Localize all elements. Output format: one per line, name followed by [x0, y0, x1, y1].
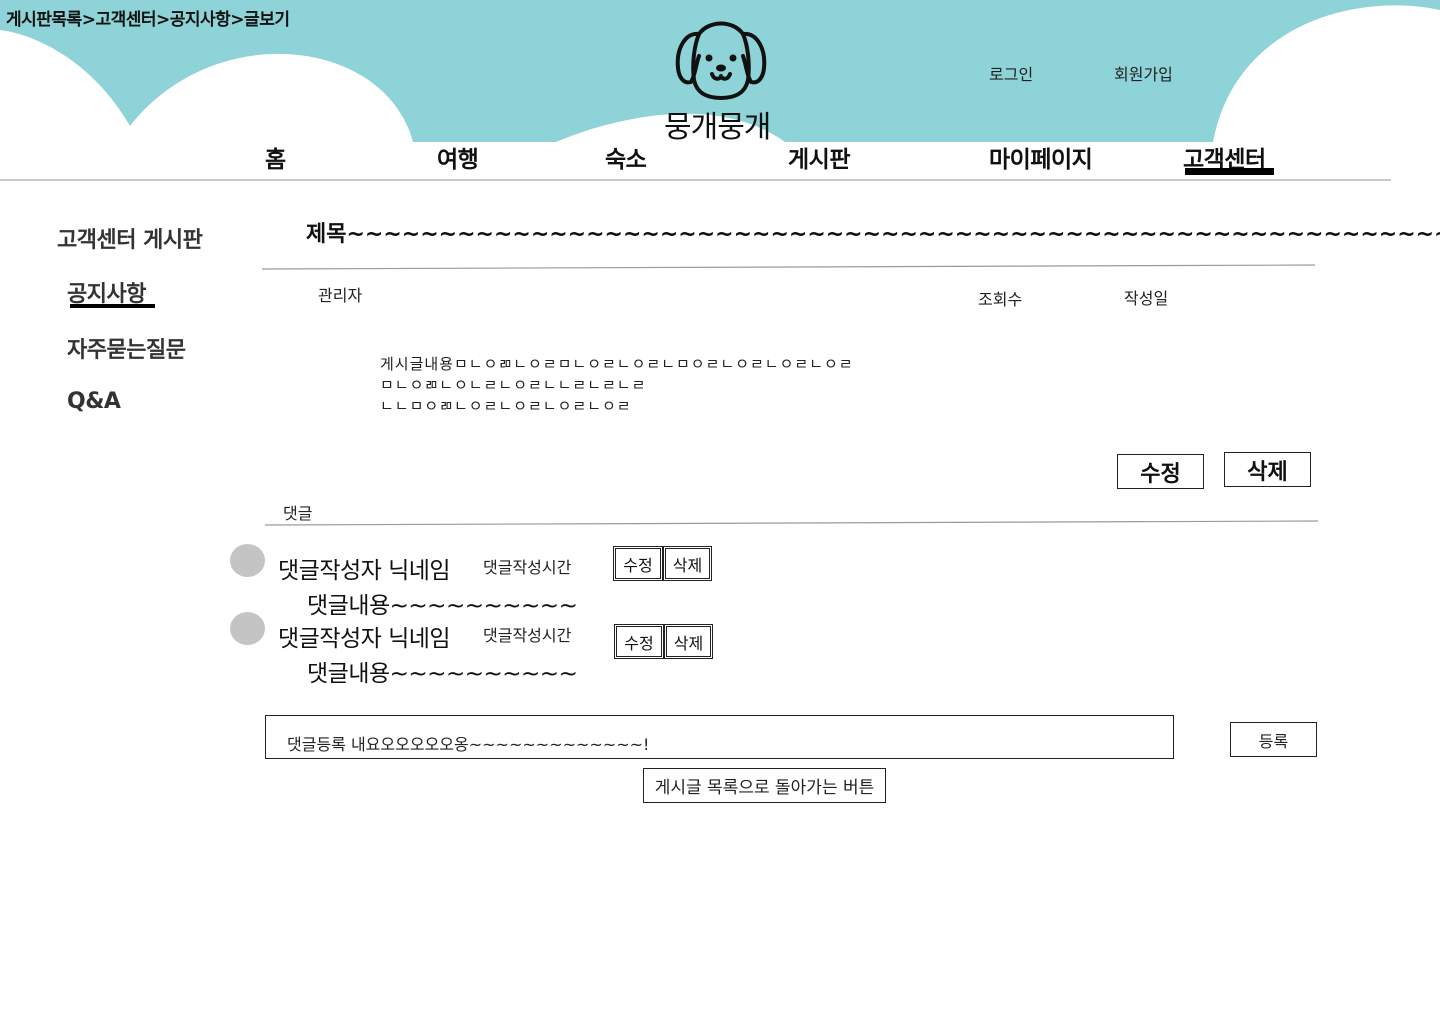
- comment-edit-button[interactable]: 수정: [614, 624, 664, 659]
- comment-delete-button[interactable]: 삭제: [664, 624, 713, 659]
- post-delete-button[interactable]: 삭제: [1224, 452, 1311, 487]
- nav-lodging[interactable]: 숙소: [605, 140, 647, 174]
- avatar: [230, 544, 265, 577]
- post-author: 관리자: [318, 286, 363, 305]
- post-date-label: 작성일: [1124, 289, 1169, 308]
- nav-travel[interactable]: 여행: [437, 140, 479, 174]
- comment-author: 댓글작성자 닉네임: [278, 558, 451, 584]
- nav-board[interactable]: 게시판: [788, 140, 850, 174]
- nav-divider: [0, 179, 1391, 181]
- post-title-divider: [262, 264, 1316, 270]
- sidebar-active-indicator: [70, 304, 155, 308]
- post-body-line: 게시글내용ㅁㄴㅇㄻㄴㅇㄹㅁㄴㅇㄹㄴㅇㄹㄴㅁㅇㄹㄴㅇㄹㄴㅇㄹㄴㅇㄹ: [380, 355, 854, 373]
- post-edit-button[interactable]: 수정: [1117, 454, 1204, 489]
- nav-home[interactable]: 홈: [265, 140, 286, 174]
- breadcrumb: 게시판목록>고객센터>공지사항>글보기: [6, 10, 290, 30]
- post-body: 게시글내용ㅁㄴㅇㄻㄴㅇㄹㅁㄴㅇㄹㄴㅇㄹㄴㅁㅇㄹㄴㅇㄹㄴㅇㄹㄴㅇㄹ ㅁㄴㅇㄻㄴㅇㄴㄹ…: [380, 354, 854, 417]
- sidebar-title: 고객센터 게시판: [57, 228, 203, 253]
- comment-input[interactable]: 댓글등록 내요오오오오오옹~~~~~~~~~~~~~!: [265, 715, 1174, 759]
- comment-edit-button[interactable]: 수정: [613, 546, 663, 581]
- comment-delete-button[interactable]: 삭제: [663, 546, 712, 581]
- nav-active-indicator: [1185, 168, 1274, 175]
- comments-divider: [265, 520, 1319, 526]
- sidebar-item-qna[interactable]: Q&A: [67, 389, 121, 414]
- comment-content: 댓글내용~~~~~~~~~~: [307, 661, 578, 687]
- sidebar-item-faq[interactable]: 자주묻는질문: [67, 332, 186, 364]
- back-to-list-button[interactable]: 게시글 목록으로 돌아가는 버튼: [643, 768, 886, 803]
- comment-content: 댓글내용~~~~~~~~~~: [307, 593, 578, 619]
- post-title: 제목~~~~~~~~~~~~~~~~~~~~~~~~~~~~~~~~~~~~~~…: [306, 222, 1440, 247]
- dog-face-icon: [675, 21, 767, 100]
- avatar: [230, 612, 265, 645]
- comment-submit-button[interactable]: 등록: [1230, 722, 1317, 757]
- post-body-line: ㄴㄴㅁㅇㄻㄴㅇㄹㄴㅇㄹㄴㅇㄹㄴㅇㄹ: [380, 397, 632, 415]
- comment-time: 댓글작성시간: [483, 558, 572, 577]
- signup-link[interactable]: 회원가입: [1114, 61, 1173, 85]
- post-views-label: 조회수: [978, 290, 1023, 309]
- post-body-line: ㅁㄴㅇㄻㄴㅇㄴㄹㄴㅇㄹㄴㄴㄹㄴㄹㄴㄹ: [380, 376, 647, 394]
- login-link[interactable]: 로그인: [989, 61, 1033, 85]
- comment-time: 댓글작성시간: [483, 626, 572, 645]
- brand-name[interactable]: 뭉개뭉개: [664, 102, 771, 146]
- comment-author: 댓글작성자 닉네임: [278, 626, 451, 652]
- nav-mypage[interactable]: 마이페이지: [989, 140, 1093, 174]
